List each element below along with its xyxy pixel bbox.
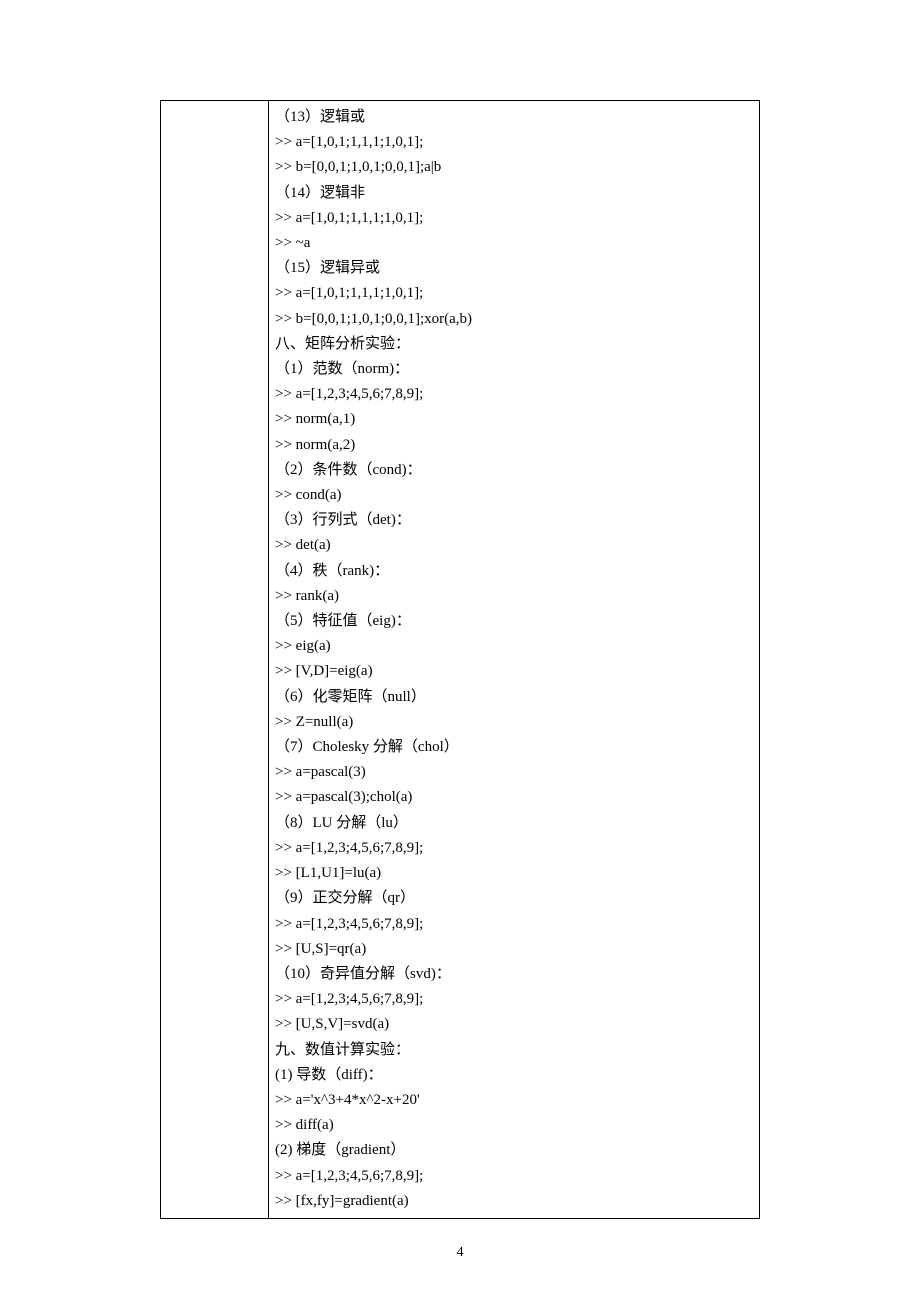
code-line: >> norm(a,1)	[275, 407, 753, 432]
code-line: >> a=[1,0,1;1,1,1;1,0,1];	[275, 281, 753, 306]
code-line: >> a=[1,2,3;4,5,6;7,8,9];	[275, 987, 753, 1012]
code-line: （1）范数（norm)：	[275, 357, 753, 382]
code-line: （8）LU 分解（lu）	[275, 811, 753, 836]
code-line: >> eig(a)	[275, 634, 753, 659]
code-line: >> a=[1,0,1;1,1,1;1,0,1];	[275, 130, 753, 155]
code-line: >> a=[1,2,3;4,5,6;7,8,9];	[275, 836, 753, 861]
code-line: （15）逻辑异或	[275, 256, 753, 281]
page-number: 4	[160, 1245, 760, 1261]
code-line: （3）行列式（det)：	[275, 508, 753, 533]
code-line: (2) 梯度（gradient）	[275, 1138, 753, 1163]
code-line: >> [L1,U1]=lu(a)	[275, 861, 753, 886]
code-line: >> [V,D]=eig(a)	[275, 659, 753, 684]
table-row: （13）逻辑或>> a=[1,0,1;1,1,1;1,0,1];>> b=[0,…	[161, 101, 760, 1219]
code-line: >> b=[0,0,1;1,0,1;0,0,1];xor(a,b)	[275, 307, 753, 332]
code-line: >> [fx,fy]=gradient(a)	[275, 1189, 753, 1214]
code-line: >> [U,S]=qr(a)	[275, 937, 753, 962]
code-line: >> a=pascal(3);chol(a)	[275, 785, 753, 810]
code-line: >> det(a)	[275, 533, 753, 558]
code-line: 八、矩阵分析实验：	[275, 332, 753, 357]
code-line: >> a=[1,0,1;1,1,1;1,0,1];	[275, 206, 753, 231]
code-line: >> Z=null(a)	[275, 710, 753, 735]
code-line: >> a=[1,2,3;4,5,6;7,8,9];	[275, 382, 753, 407]
right-cell: （13）逻辑或>> a=[1,0,1;1,1,1;1,0,1];>> b=[0,…	[269, 101, 760, 1219]
code-line: >> cond(a)	[275, 483, 753, 508]
code-container: （13）逻辑或>> a=[1,0,1;1,1,1;1,0,1];>> b=[0,…	[275, 105, 753, 1214]
code-line: >> a='x^3+4*x^2-x+20'	[275, 1088, 753, 1113]
code-line: （5）特征值（eig)：	[275, 609, 753, 634]
code-line: (1) 导数（diff)：	[275, 1063, 753, 1088]
left-cell	[161, 101, 269, 1219]
code-line: >> a=[1,2,3;4,5,6;7,8,9];	[275, 1164, 753, 1189]
code-line: >> diff(a)	[275, 1113, 753, 1138]
code-line: （13）逻辑或	[275, 105, 753, 130]
code-line: >> a=[1,2,3;4,5,6;7,8,9];	[275, 912, 753, 937]
code-line: （4）秩（rank)：	[275, 559, 753, 584]
code-line: （7）Cholesky 分解（chol）	[275, 735, 753, 760]
code-line: >> rank(a)	[275, 584, 753, 609]
code-line: （14）逻辑非	[275, 181, 753, 206]
code-line: >> [U,S,V]=svd(a)	[275, 1012, 753, 1037]
code-line: （10）奇异值分解（svd)：	[275, 962, 753, 987]
code-line: >> a=pascal(3)	[275, 760, 753, 785]
document-page: （13）逻辑或>> a=[1,0,1;1,1,1;1,0,1];>> b=[0,…	[0, 0, 920, 1301]
code-line: （6）化零矩阵（null）	[275, 685, 753, 710]
code-line: >> ~a	[275, 231, 753, 256]
code-line: 九、数值计算实验：	[275, 1038, 753, 1063]
code-line: （2）条件数（cond)：	[275, 458, 753, 483]
code-line: >> norm(a,2)	[275, 433, 753, 458]
code-line: （9）正交分解（qr）	[275, 886, 753, 911]
code-line: >> b=[0,0,1;1,0,1;0,0,1];a|b	[275, 155, 753, 180]
content-table: （13）逻辑或>> a=[1,0,1;1,1,1;1,0,1];>> b=[0,…	[160, 100, 760, 1219]
